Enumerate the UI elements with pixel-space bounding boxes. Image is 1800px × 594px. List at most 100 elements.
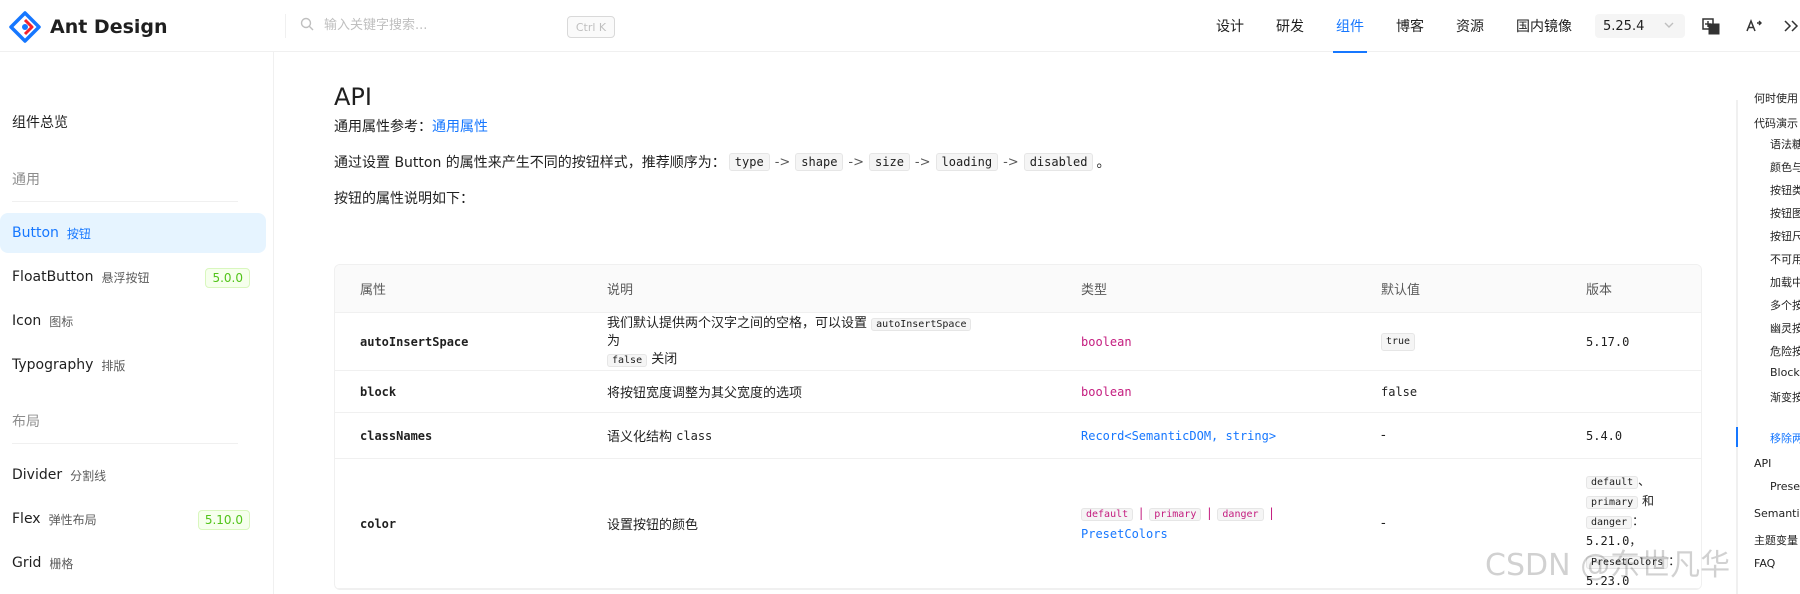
anchor-link[interactable]: Semantic DOM [1754, 507, 1800, 520]
sidebar-item-sublabel: 图标 [49, 314, 74, 329]
sidebar-group-layout: 布局 [12, 414, 40, 430]
props-intro-text: 按钮的属性说明如下： [334, 191, 474, 207]
arrow-text: -> [1003, 154, 1019, 170]
top-nav: 设计 研发 组件 博客 资源 国内镜像 [1200, 0, 1588, 53]
prop-default: - [1381, 516, 1386, 531]
sidebar-item-button[interactable]: Button 按钮 [0, 213, 266, 253]
type-option: primary [1149, 507, 1202, 521]
prop-name: block [360, 384, 397, 399]
inline-code: type [728, 153, 770, 171]
prop-desc: 我们默认提供两个汉字之间的空格，可以设置 autoInsertSpace 为 f… [607, 313, 987, 370]
nav-design[interactable]: 设计 [1200, 0, 1260, 52]
sidebar-item-label: Grid [12, 555, 42, 571]
sidebar-item-overview[interactable]: 组件总览 [0, 102, 266, 142]
prop-default: - [1381, 428, 1386, 443]
side-menu: 组件总览 通用 Button 按钮 FloatButton 悬浮按钮 5.0.0… [0, 52, 274, 594]
prop-type: boolean [1081, 384, 1132, 399]
sidebar-divider [12, 201, 238, 202]
language-icon[interactable] [1702, 17, 1720, 35]
preset-colors-link[interactable]: PresetColors [1081, 527, 1168, 541]
prop-type-link[interactable]: Record<SemanticDOM, string> [1081, 429, 1276, 443]
type-pipe: | [1139, 505, 1144, 520]
watermark: CSDN @东世凡华 [1485, 548, 1731, 583]
props-intro: 按钮的属性说明如下： [334, 188, 474, 208]
anchor-rail [1736, 100, 1738, 594]
anchor-link[interactable]: 按钮尺寸 [1770, 228, 1800, 244]
version-badge: 5.0.0 [205, 268, 250, 288]
anchor-link[interactable]: 按钮类型 [1770, 182, 1800, 198]
version-sep: 、 [1638, 474, 1651, 488]
nav-blog[interactable]: 博客 [1380, 0, 1440, 52]
version-select[interactable]: 5.25.4 [1595, 14, 1685, 38]
search-box[interactable]: 输入关键字搜索... [300, 14, 427, 33]
arrow-text: -> [914, 154, 931, 170]
inline-code: shape [795, 153, 844, 171]
sidebar-item-sublabel: 排版 [101, 358, 126, 373]
col-header: 默认值 [1381, 283, 1421, 298]
sidebar-item-grid[interactable]: Grid 栅格 [0, 543, 266, 583]
order-suffix: 。 [1096, 155, 1111, 171]
anchor-link[interactable]: 渐变按钮 [1770, 389, 1800, 405]
type-pipe: | [1207, 505, 1212, 520]
anchor-link[interactable]: 加载中 [1770, 274, 1800, 290]
anchor-link[interactable]: 代码演示 [1754, 115, 1800, 131]
nav-components[interactable]: 组件 [1320, 0, 1380, 53]
arrow-text: -> [848, 154, 865, 170]
sidebar-item-sublabel: 悬浮按钮 [101, 270, 150, 285]
table-row: block 将按钮宽度调整为其父宽度的选项 boolean false [335, 371, 1701, 413]
anchor-link[interactable]: 何时使用 [1754, 90, 1800, 106]
anchor-link[interactable]: 语法糖 [1770, 136, 1800, 152]
sidebar-item-sublabel: 弹性布局 [48, 512, 97, 527]
sidebar-item-sublabel: 按钮 [66, 226, 91, 241]
anchor-link-active[interactable]: 移除两个 [1770, 430, 1800, 446]
search-icon [300, 17, 314, 31]
nav-development[interactable]: 研发 [1260, 0, 1320, 52]
order-line: 通过设置 Button 的属性来产生不同的按钮样式，推荐顺序为： type ->… [334, 152, 1110, 172]
anchor-link[interactable]: 幽灵按钮 [1770, 320, 1800, 336]
prop-name: autoInsertSpace [360, 334, 469, 349]
nav-resources[interactable]: 资源 [1440, 0, 1500, 52]
logo[interactable]: Ant Design [8, 10, 168, 44]
inline-code: false [607, 353, 648, 367]
anchor-link[interactable]: 按钮图标 [1770, 205, 1800, 221]
anchor-link[interactable]: 颜色与 [1770, 159, 1800, 175]
sidebar-item-icon[interactable]: Icon 图标 [0, 301, 266, 341]
col-header: 说明 [607, 283, 634, 298]
sidebar-item-typography[interactable]: Typography 排版 [0, 345, 266, 385]
sidebar-group-general: 通用 [12, 172, 40, 188]
theme-switch-icon[interactable] [1782, 17, 1800, 35]
version-sep: ： [1632, 514, 1645, 528]
anchor-link[interactable]: FAQ [1754, 557, 1800, 570]
prop-version: 5.4.0 [1586, 428, 1623, 443]
page-title: API [334, 83, 372, 111]
prop-desc: 将按钮宽度调整为其父宽度的选项 [607, 386, 803, 401]
sidebar-item-label: 组件总览 [12, 115, 68, 131]
inline-code: primary [1586, 496, 1639, 509]
type-pipe: | [1269, 505, 1274, 520]
logo-text: Ant Design [50, 16, 168, 38]
anchor-link[interactable]: 危险按钮 [1770, 343, 1800, 359]
inline-code: disabled [1023, 153, 1094, 171]
nav-mirror[interactable]: 国内镜像 [1500, 0, 1588, 52]
search-shortcut-badge: Ctrl K [567, 16, 615, 38]
anchor-link[interactable]: 不可用 [1770, 251, 1800, 267]
table-row: autoInsertSpace 我们默认提供两个汉字之间的空格，可以设置 aut… [335, 313, 1701, 371]
prop-desc: 设置按钮的颜色 [607, 518, 699, 533]
sidebar-divider [12, 443, 238, 444]
sidebar-item-label: Button [12, 225, 59, 241]
direction-toggle-icon[interactable] [1745, 17, 1763, 35]
prop-default: true [1381, 332, 1416, 351]
common-props-prefix: 通用属性参考： [334, 119, 432, 135]
sidebar-item-floatbutton[interactable]: FloatButton 悬浮按钮 5.0.0 [0, 257, 266, 297]
anchor-link[interactable]: API [1754, 457, 1800, 470]
col-header: 类型 [1081, 283, 1108, 298]
sidebar-item-flex[interactable]: Flex 弹性布局 5.10.0 [0, 499, 266, 539]
anchor-link[interactable]: 多个按钮 [1770, 297, 1800, 313]
search-input[interactable]: 输入关键字搜索... [324, 14, 427, 33]
sidebar-item-divider[interactable]: Divider 分割线 [0, 455, 266, 495]
anchor-link[interactable]: Block [1770, 366, 1800, 379]
page-anchor: 何时使用 代码演示 语法糖 颜色与 按钮类型 按钮图标 按钮尺寸 不可用 加载中… [1736, 52, 1800, 594]
anchor-link[interactable]: 主题变量 [1754, 532, 1800, 548]
anchor-link[interactable]: PresetColors [1770, 480, 1800, 493]
common-props-link[interactable]: 通用属性 [432, 116, 488, 136]
